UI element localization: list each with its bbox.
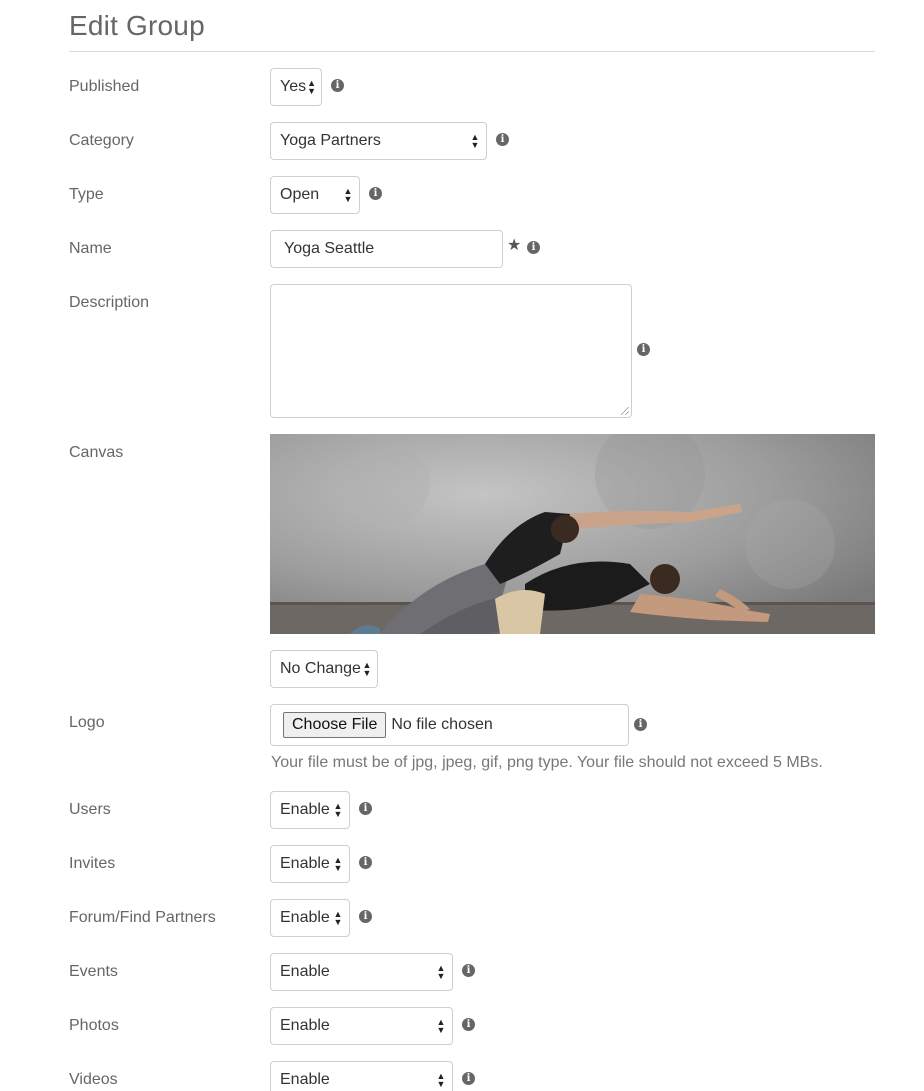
select-arrows-icon: ▲ ▼ <box>436 1071 446 1089</box>
videos-select[interactable]: Enable ▲ ▼ <box>270 1061 453 1091</box>
name-info-icon[interactable]: i <box>527 241 540 254</box>
forum-info-icon[interactable]: i <box>359 910 372 923</box>
description-info-icon[interactable]: i <box>637 343 650 356</box>
canvas-label: Canvas <box>69 444 124 461</box>
forum-label: Forum/Find Partners <box>69 909 216 926</box>
category-label: Category <box>69 132 134 149</box>
select-arrows-icon: ▲ ▼ <box>436 1017 446 1035</box>
name-input[interactable]: Yoga Seattle <box>270 230 503 268</box>
type-select[interactable]: Open ▲ ▼ <box>270 176 360 214</box>
select-arrows-icon: ▲ ▼ <box>362 660 372 678</box>
edit-group-form: Edit Group Published Yes ▲ ▼ i Category Y… <box>0 0 924 1091</box>
published-label: Published <box>69 78 140 95</box>
events-info-icon[interactable]: i <box>462 964 475 977</box>
category-info-icon[interactable]: i <box>496 133 509 146</box>
published-select[interactable]: Yes ▲ ▼ <box>270 68 322 106</box>
events-select[interactable]: Enable ▲ ▼ <box>270 953 453 991</box>
description-label: Description <box>69 294 150 311</box>
logo-help-text: Your file must be of jpg, jpeg, gif, png… <box>271 754 823 771</box>
type-info-icon[interactable]: i <box>369 187 382 200</box>
photos-label: Photos <box>69 1017 119 1034</box>
select-arrows-icon: ▲ ▼ <box>333 855 343 873</box>
forum-select[interactable]: Enable ▲ ▼ <box>270 899 350 937</box>
required-star-icon: ★ <box>507 237 522 254</box>
select-arrows-icon: ▲ ▼ <box>307 78 317 96</box>
published-info-icon[interactable]: i <box>331 79 344 92</box>
invites-info-icon[interactable]: i <box>359 856 372 869</box>
select-arrows-icon: ▲ ▼ <box>343 186 353 204</box>
videos-label: Videos <box>69 1071 118 1088</box>
photos-select[interactable]: Enable ▲ ▼ <box>270 1007 453 1045</box>
videos-info-icon[interactable]: i <box>462 1072 475 1085</box>
select-arrows-icon: ▲ ▼ <box>333 801 343 819</box>
description-textarea[interactable] <box>270 284 632 418</box>
canvas-option-select[interactable]: No Change ▲ ▼ <box>270 650 378 688</box>
canvas-image <box>270 434 875 634</box>
resize-handle-icon[interactable] <box>621 407 629 415</box>
name-label: Name <box>69 240 112 257</box>
logo-label: Logo <box>69 714 105 731</box>
logo-info-icon[interactable]: i <box>634 718 647 731</box>
title-divider <box>69 51 875 52</box>
select-arrows-icon: ▲ ▼ <box>333 909 343 927</box>
page-title: Edit Group <box>69 10 205 41</box>
users-info-icon[interactable]: i <box>359 802 372 815</box>
photos-info-icon[interactable]: i <box>462 1018 475 1031</box>
yoga-photo-illustration <box>270 434 875 634</box>
category-select[interactable]: Yoga Partners ▲ ▼ <box>270 122 487 160</box>
select-arrows-icon: ▲ ▼ <box>436 963 446 981</box>
logo-file-input[interactable]: Choose File No file chosen <box>270 704 629 746</box>
invites-select[interactable]: Enable ▲ ▼ <box>270 845 350 883</box>
users-label: Users <box>69 801 111 818</box>
events-label: Events <box>69 963 118 980</box>
file-status: No file chosen <box>391 716 493 733</box>
users-select[interactable]: Enable ▲ ▼ <box>270 791 350 829</box>
invites-label: Invites <box>69 855 116 872</box>
choose-file-button[interactable]: Choose File <box>283 712 387 738</box>
type-label: Type <box>69 186 104 203</box>
select-arrows-icon: ▲ ▼ <box>470 132 480 150</box>
